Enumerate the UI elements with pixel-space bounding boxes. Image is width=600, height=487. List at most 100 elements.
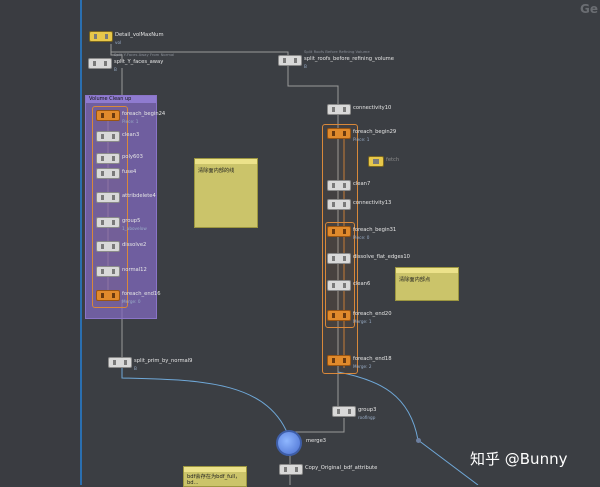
node-label: Detail_volMaxNum [115, 32, 164, 38]
node-body[interactable] [327, 104, 351, 115]
node-body[interactable] [89, 31, 113, 42]
node-label: fuse4 [122, 169, 137, 175]
node-sub-label: Piece: 1 [122, 119, 139, 124]
node-body[interactable] [96, 153, 120, 164]
node-label: dissolve_flat_edges10 [353, 254, 410, 260]
node-label: attribdelete4 [122, 193, 156, 199]
node-label: normal12 [122, 267, 147, 273]
node-attribdelete4[interactable]: attribdelete4 [96, 192, 156, 203]
node-label: foreach_begin29 [353, 129, 397, 135]
node-sub-label: Piece: 0 [353, 235, 370, 240]
node-label: connectivity10 [353, 105, 392, 111]
network-editor-canvas[interactable]: Ge Detail_volMaxNum vol Split Y-Faces Aw… [0, 0, 600, 487]
sticky-note-inner-points[interactable]: 清除面内部点 [395, 267, 459, 301]
node-body[interactable] [327, 180, 351, 191]
sticky-note-text: 清除面内部点 [399, 277, 431, 283]
node-comment: Split Roofs Before Refining Volume [304, 49, 370, 54]
node-body[interactable] [278, 55, 302, 66]
node-body[interactable] [108, 357, 132, 368]
node-body[interactable] [327, 355, 351, 366]
node-body[interactable] [96, 266, 120, 277]
node-body[interactable] [332, 406, 356, 417]
node-label: group5 [122, 218, 141, 224]
node-sub-label: B [304, 64, 307, 69]
node-foreach-end20[interactable]: foreach_end20 Merge: 1 [327, 310, 397, 324]
node-body[interactable] [96, 217, 120, 228]
network-box-title: Volume Clean up [86, 96, 156, 103]
node-label: Copy_Original_bdf_attribute [305, 465, 378, 471]
node-clean6[interactable]: clean6 [327, 280, 387, 291]
node-body[interactable] [96, 241, 120, 252]
node-body[interactable] [96, 110, 120, 121]
node-label: foreach_begin31 [353, 227, 397, 233]
sticky-note-inner-lines[interactable]: 清除面内部的线 [194, 158, 258, 228]
sticky-note-bdf[interactable]: bdf会存在为bdf_full，bd... [183, 466, 247, 487]
node-connectivity10[interactable]: connectivity10 [327, 104, 397, 115]
node-label: clean6 [353, 281, 371, 287]
node-sub-label: B [114, 67, 117, 72]
node-body[interactable] [279, 464, 303, 475]
node-foreach-begin24[interactable]: foreach_begin24 Piece: 1 [96, 110, 166, 124]
node-sub-label: Piece: 1 [353, 137, 370, 142]
node-body[interactable] [327, 128, 351, 139]
node-split-prim-by-normal9[interactable]: split_prim_by_normal9 B [108, 357, 208, 371]
node-sub-label: Merge: 2 [353, 364, 372, 369]
node-body[interactable] [88, 58, 112, 69]
node-fuse4[interactable]: fuse4 [96, 168, 156, 179]
node-label: clean3 [122, 132, 140, 138]
node-body[interactable] [327, 310, 351, 321]
node-dissolve-flat-edges10[interactable]: dissolve_flat_edges10 [327, 253, 412, 264]
node-group3[interactable]: group3 roofingp [332, 406, 392, 420]
node-label: foreach_end20 [353, 311, 392, 317]
node-body[interactable] [96, 131, 120, 142]
node-label: foreach_begin24 [122, 111, 166, 117]
node-body[interactable] [96, 290, 120, 301]
node-label: foreach_end18 [353, 356, 392, 362]
node-label: group3 [358, 407, 377, 413]
node-label: split_roofs_before_refining_volume [304, 56, 394, 62]
node-label: poly603 [122, 154, 143, 160]
node-sub-label: roofingp [358, 415, 376, 420]
node-body[interactable] [327, 280, 351, 291]
node-foreach-end16[interactable]: foreach_end16 Merge: 0 [96, 290, 166, 304]
node-sub-label: Merge: 0 [122, 299, 141, 304]
node-sub-label: B [134, 366, 137, 371]
node-label: dissolve2 [122, 242, 147, 248]
node-dissolve2[interactable]: dissolve2 [96, 241, 156, 252]
node-label: clean7 [353, 181, 371, 187]
node-foreach-begin31[interactable]: foreach_begin31 Piece: 0 [327, 226, 397, 240]
node-clean7[interactable]: clean7 [327, 180, 387, 191]
node-body[interactable] [96, 168, 120, 179]
node-sub-label: 1_abovelow [122, 226, 147, 231]
node-group5[interactable]: group5 1_abovelow [96, 217, 156, 231]
node-connectivity13[interactable]: connectivity13 [327, 199, 397, 210]
node-foreach-begin29[interactable]: foreach_begin29 Piece: 1 [327, 128, 397, 142]
node-sub-label: vol [115, 40, 122, 45]
node-body[interactable] [368, 156, 384, 167]
node-body[interactable] [327, 226, 351, 237]
node-split-roofs[interactable]: Split Roofs Before Refining Volume split… [278, 49, 428, 69]
sticky-note-text: 清除面内部的线 [198, 168, 235, 174]
node-sub-label: Merge: 1 [353, 319, 372, 324]
node-fetch[interactable]: fetch [368, 156, 408, 167]
node-label: connectivity13 [353, 200, 392, 206]
node-copy-original-bdf-attribute[interactable]: Copy_Original_bdf_attribute [279, 464, 399, 475]
watermark-text: 知乎 @Bunny [470, 450, 568, 468]
node-body[interactable] [327, 253, 351, 264]
node-poly603[interactable]: poly603 [96, 153, 156, 164]
node-split-y-faces-away[interactable]: Split Y-Faces Away From Normal split_Y_f… [88, 52, 208, 72]
node-label: foreach_end16 [122, 291, 161, 297]
node-label: split_Y_faces_away [114, 59, 164, 65]
node-body[interactable] [327, 199, 351, 210]
node-clean3[interactable]: clean3 [96, 131, 156, 142]
node-body[interactable] [96, 192, 120, 203]
node-label: merge3 [306, 438, 327, 444]
node-foreach-end18[interactable]: foreach_end18 Merge: 2 [327, 355, 397, 369]
node-label: split_prim_by_normal9 [134, 358, 193, 364]
node-detail-volmaxnum[interactable]: Detail_volMaxNum vol [89, 31, 189, 45]
wire-dot[interactable] [416, 438, 421, 443]
node-comment: Split Y-Faces Away From Normal [114, 52, 175, 57]
node-normal12[interactable]: normal12 [96, 266, 156, 277]
node-merge3[interactable]: merge3 [280, 437, 330, 447]
node-label: fetch [386, 157, 400, 163]
